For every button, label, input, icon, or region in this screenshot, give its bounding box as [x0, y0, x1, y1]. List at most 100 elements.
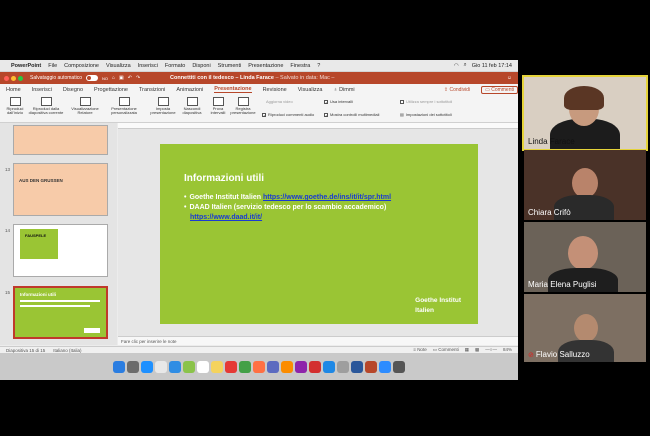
show-media-option[interactable]: ✓ Mostra controlli multimediali: [324, 112, 379, 117]
current-slide[interactable]: Informazioni utili • Goethe Institut Ital…: [160, 144, 478, 324]
menu-file[interactable]: File: [48, 63, 57, 69]
wifi-icon[interactable]: ◠: [454, 63, 459, 69]
record-icon: [237, 97, 249, 106]
calendar-icon[interactable]: [197, 360, 209, 373]
preview-icon[interactable]: [267, 360, 279, 373]
tab-home[interactable]: Home: [6, 87, 21, 93]
use-timings-checkbox[interactable]: ✓: [324, 99, 328, 104]
use-timings-option[interactable]: ✓ Usa intervalli: [324, 99, 353, 104]
language-indicator[interactable]: Italiano (Italia): [53, 348, 81, 353]
always-subtitles-option[interactable]: Utilizza sempre i sottotitoli: [400, 99, 452, 104]
menu-disponi[interactable]: Disponi: [192, 63, 210, 69]
tab-presentazione[interactable]: Presentazione: [214, 86, 252, 93]
comments-button[interactable]: ▭ Commenti: [481, 85, 518, 94]
tab-animazioni[interactable]: Animazioni: [176, 87, 203, 93]
menu-clock[interactable]: Gio 11 feb 17:14: [472, 63, 512, 69]
menu-presentazione[interactable]: Presentazione: [248, 63, 283, 69]
document-title-text: Connettiti con il tedesco – Linda Farace: [170, 75, 274, 81]
chrome-icon[interactable]: [155, 360, 167, 373]
trash-icon[interactable]: [393, 360, 405, 373]
facetime-icon[interactable]: [183, 360, 195, 373]
tab-visualizza[interactable]: Visualizza: [298, 87, 323, 93]
rehearse-timings-button[interactable]: Prova intervalli: [208, 97, 228, 116]
tab-revisione[interactable]: Revisione: [263, 87, 287, 93]
slide-thumb-13[interactable]: AUS DEN GRUSSEN: [13, 163, 108, 216]
participant-tile-chiara[interactable]: Chiara Crifò: [524, 150, 646, 220]
slide-thumb-14[interactable]: FAUSPELE: [13, 224, 108, 277]
menu-composizione[interactable]: Composizione: [64, 63, 99, 69]
setup-show-button[interactable]: Imposta presentazione: [148, 97, 178, 116]
undo-icon[interactable]: ↶: [128, 75, 132, 81]
custom-show-icon: [118, 97, 130, 106]
account-icon[interactable]: ☺: [507, 75, 518, 81]
slide-thumb-15[interactable]: Informazioni utili: [13, 286, 108, 339]
music-icon[interactable]: [309, 360, 321, 373]
photos-icon[interactable]: [253, 360, 265, 373]
daad-link[interactable]: https://www.daad.it/it/: [190, 213, 262, 223]
search-icon[interactable]: ⌕: [464, 62, 467, 69]
menu-visualizza[interactable]: Visualizza: [106, 63, 131, 69]
play-from-current-button[interactable]: Riproduci dalla diapositiva corrente: [28, 97, 64, 116]
subtitle-settings-label: Impostazioni dei sottotitoli: [405, 112, 452, 117]
ppt-title-bar: Salvataggio automatico NO ⌂ ▣ ↶ ↷ Connet…: [0, 72, 518, 84]
notes-app-icon[interactable]: [211, 360, 223, 373]
record-video-option[interactable]: Aggiorna video: [266, 99, 293, 104]
tab-progettazione[interactable]: Progettazione: [94, 87, 128, 93]
tab-transizioni[interactable]: Transizioni: [139, 87, 165, 93]
word-icon[interactable]: [351, 360, 363, 373]
subtitle-settings-option[interactable]: ▤ Impostazioni dei sottotitoli: [400, 112, 452, 117]
app-store-icon[interactable]: [323, 360, 335, 373]
participant-tile-maria[interactable]: Maria Elena Puglisi: [524, 222, 646, 292]
participant-face-maria: [568, 236, 598, 270]
participant-name: Chiara Crifò: [528, 208, 571, 217]
pages-icon[interactable]: [281, 360, 293, 373]
mail-icon[interactable]: [169, 360, 181, 373]
powerpoint-icon[interactable]: [365, 360, 377, 373]
show-media-checkbox[interactable]: ✓: [324, 112, 328, 117]
play-from-start-button[interactable]: Riproduci dall'inizio: [4, 97, 26, 116]
menu-finestra[interactable]: Finestra: [290, 63, 310, 69]
mic-muted-icon: ⊘: [528, 352, 534, 359]
participant-tile-linda[interactable]: Linda Farace: [522, 75, 648, 151]
share-button[interactable]: ⇪ Condividi: [444, 87, 470, 93]
messages-icon[interactable]: [239, 360, 251, 373]
podcasts-icon[interactable]: [295, 360, 307, 373]
save-icon[interactable]: ▣: [119, 75, 124, 81]
menu-inserisci[interactable]: Inserisci: [138, 63, 158, 69]
menu-help[interactable]: ?: [317, 63, 320, 69]
close-window-button[interactable]: [4, 75, 9, 81]
finder-icon[interactable]: [113, 360, 125, 373]
tab-inserisci[interactable]: Inserisci: [32, 87, 52, 93]
play-from-start-icon: [9, 97, 21, 106]
minimize-window-button[interactable]: [11, 75, 16, 81]
hide-slide-button[interactable]: Nascondi diapositiva: [178, 97, 206, 116]
menu-app-name[interactable]: PowerPoint: [11, 63, 41, 69]
safari-icon[interactable]: [141, 360, 153, 373]
always-subtitles-checkbox[interactable]: [400, 99, 404, 104]
play-narration-checkbox[interactable]: ✓: [262, 112, 266, 117]
play-narration-option[interactable]: ✓ Riproduci commenti audio: [262, 112, 314, 117]
autosave-toggle[interactable]: [85, 75, 98, 81]
settings-icon[interactable]: [337, 360, 349, 373]
slide-thumb-12[interactable]: [13, 125, 108, 155]
slide-title[interactable]: Informazioni utili: [184, 173, 264, 184]
presenter-view-button[interactable]: Visualizzazione Relatore: [68, 97, 102, 116]
window-controls: [4, 75, 23, 81]
menu-formato[interactable]: Formato: [165, 63, 185, 69]
zoom-app-icon[interactable]: [379, 360, 391, 373]
launchpad-icon[interactable]: [127, 360, 139, 373]
notes-pane[interactable]: Fare clic per inserire le note: [118, 336, 518, 345]
tell-me-search[interactable]: ♁ Dimmi: [333, 87, 354, 93]
zoom-window-button[interactable]: [18, 75, 23, 81]
custom-show-button[interactable]: Presentazione personalizzata: [106, 97, 142, 116]
redo-icon[interactable]: ↷: [136, 75, 140, 81]
participant-face-chiara: [572, 168, 598, 198]
goethe-link[interactable]: https://www.goethe.de/ins/it/it/spr.html: [263, 194, 391, 201]
menu-strumenti[interactable]: Strumenti: [218, 63, 242, 69]
tab-disegno[interactable]: Disegno: [63, 87, 83, 93]
home-icon[interactable]: ⌂: [112, 75, 115, 81]
reminders-icon[interactable]: [225, 360, 237, 373]
record-show-button[interactable]: Registra presentazione: [228, 97, 258, 116]
participant-hair-linda: [564, 86, 604, 110]
participant-tile-flavio[interactable]: ⊘ Flavio Salluzzo: [524, 294, 646, 362]
